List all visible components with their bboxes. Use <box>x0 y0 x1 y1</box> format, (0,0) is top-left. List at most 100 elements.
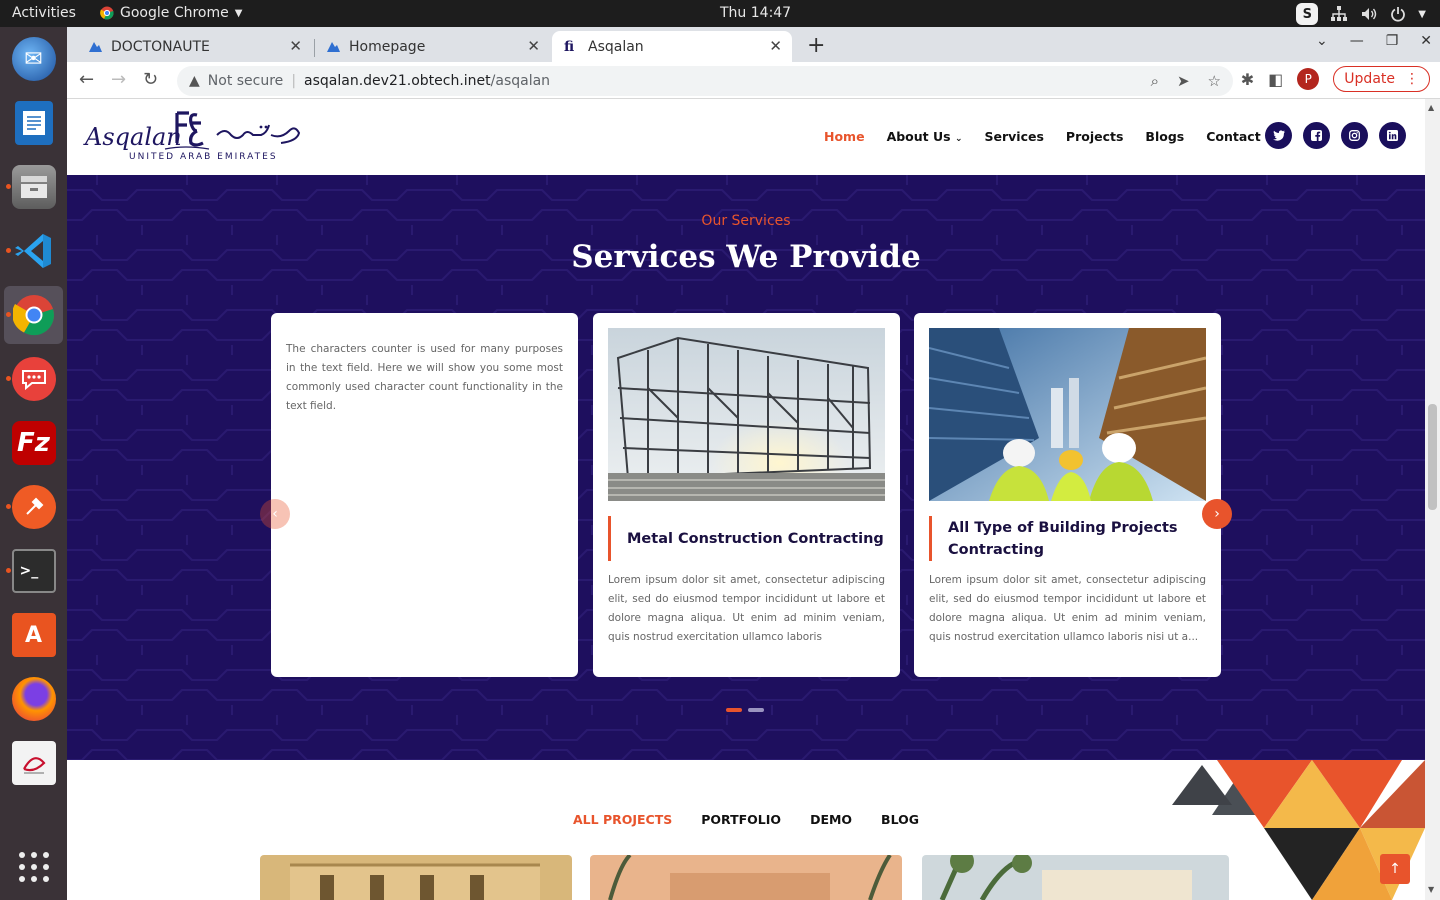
project-thumbnail[interactable] <box>260 855 572 900</box>
instagram-icon[interactable] <box>1341 122 1368 149</box>
dock-chrome[interactable] <box>4 286 63 344</box>
reload-button[interactable]: ↻ <box>143 69 158 90</box>
cloud-favicon-icon <box>327 41 340 52</box>
zoom-icon[interactable]: ⌕ <box>1151 72 1159 90</box>
back-to-top-button[interactable]: ↑ <box>1380 854 1410 884</box>
twitter-icon[interactable] <box>1265 122 1292 149</box>
service-card[interactable]: Metal Construction Contracting Lorem ips… <box>593 313 900 677</box>
thunderbird-icon: ✉ <box>11 37 56 81</box>
tab-search-icon[interactable]: ⌄ <box>1316 33 1328 49</box>
card-title[interactable]: All Type of Building Projects Contractin… <box>929 516 1206 561</box>
dock-firefox[interactable] <box>4 670 63 728</box>
chevron-left-icon: ‹ <box>272 506 278 522</box>
back-button[interactable]: ← <box>79 69 94 90</box>
system-tray[interactable]: S ▼ <box>1296 3 1426 25</box>
service-card[interactable]: The characters counter is used for many … <box>271 313 578 677</box>
forward-button[interactable]: → <box>111 69 126 90</box>
web-page: Asqalan UNITED ARAB EMIRATES Home About … <box>67 99 1425 900</box>
tab-doctonaute[interactable]: DOCTONAUTE ✕ <box>67 31 312 62</box>
services-section: Our Services Services We Provide The cha… <box>67 175 1425 760</box>
bookmark-star-icon[interactable]: ☆ <box>1208 72 1221 90</box>
url-path: /asqalan <box>490 73 551 89</box>
tab-homepage[interactable]: Homepage ✕ <box>305 31 550 62</box>
close-icon[interactable]: ✕ <box>527 37 540 55</box>
app-menu-label: Google Chrome <box>120 5 229 21</box>
close-icon[interactable]: ✕ <box>289 37 302 55</box>
chevron-down-icon: ⌄ <box>954 134 963 144</box>
dock-terminal[interactable]: >_ <box>4 542 63 600</box>
card-description: Lorem ipsum dolor sit amet, consectetur … <box>608 574 885 643</box>
new-tab-button[interactable]: + <box>807 33 825 58</box>
scrollbar-thumb[interactable] <box>1428 404 1437 510</box>
card-title[interactable]: Metal Construction Contracting <box>608 516 885 561</box>
minimize-button[interactable]: — <box>1350 33 1364 49</box>
power-icon[interactable] <box>1390 6 1406 22</box>
dock-chat[interactable] <box>4 350 63 408</box>
update-button[interactable]: Update ⋮ <box>1333 66 1430 92</box>
address-bar[interactable]: ▲ Not secure | asqalan.dev21.obtech.inet… <box>177 66 1233 96</box>
tab-asqalan[interactable]: ﬁ Asqalan ✕ <box>552 31 792 62</box>
close-icon[interactable]: ✕ <box>769 37 782 55</box>
skype-tray-icon[interactable]: S <box>1296 3 1319 25</box>
facebook-icon[interactable] <box>1303 122 1330 149</box>
filter-portfolio[interactable]: PORTFOLIO <box>701 812 781 827</box>
close-window-button[interactable]: ✕ <box>1420 33 1432 49</box>
nav-services[interactable]: Services <box>985 129 1044 144</box>
carousel-next-button[interactable]: › <box>1202 499 1232 529</box>
dock-thunderbird[interactable]: ✉ <box>4 30 63 88</box>
maximize-button[interactable]: ❐ <box>1386 33 1399 49</box>
dock-files[interactable] <box>4 158 63 216</box>
profile-avatar[interactable]: P <box>1297 68 1320 90</box>
filter-demo[interactable]: DEMO <box>810 812 852 827</box>
project-thumbnail[interactable] <box>922 855 1229 900</box>
carousel-dot[interactable] <box>726 708 742 712</box>
activities-button[interactable]: Activities <box>12 5 76 21</box>
main-nav: Home About Us ⌄ Services Projects Blogs … <box>824 129 1283 144</box>
steel-structure-image <box>608 328 885 501</box>
scroll-down-arrow-icon[interactable]: ▼ <box>1428 885 1434 894</box>
app-menu[interactable]: Google Chrome ▼ <box>100 5 242 21</box>
side-panel-icon[interactable]: ◧ <box>1268 70 1283 89</box>
dock-software[interactable]: A <box>4 606 63 664</box>
carousel-prev-button[interactable]: ‹ <box>260 499 290 529</box>
files-icon <box>11 165 56 209</box>
dock-vscode[interactable] <box>4 222 63 280</box>
nav-blogs[interactable]: Blogs <box>1145 129 1184 144</box>
kebab-menu-icon: ⋮ <box>1405 71 1419 87</box>
dock-pdf[interactable] <box>4 734 63 792</box>
extensions-icon[interactable]: ✱ <box>1241 70 1254 89</box>
filter-all-projects[interactable]: ALL PROJECTS <box>573 812 672 827</box>
libreoffice-writer-icon <box>14 101 53 145</box>
carousel-dot[interactable] <box>748 708 764 712</box>
linkedin-icon[interactable] <box>1379 122 1406 149</box>
scroll-up-arrow-icon[interactable]: ▲ <box>1428 103 1434 112</box>
nav-about[interactable]: About Us ⌄ <box>887 129 963 144</box>
tab-label: Homepage <box>349 38 426 55</box>
chrome-icon <box>12 293 56 337</box>
nav-about-label: About Us <box>886 129 951 144</box>
project-thumbnail[interactable] <box>590 855 902 900</box>
service-card[interactable]: All Type of Building Projects Contractin… <box>914 313 1221 677</box>
nav-home[interactable]: Home <box>824 129 865 144</box>
dock-filezilla[interactable]: Fz <box>4 414 63 472</box>
chevron-down-icon: ▼ <box>234 7 243 19</box>
warning-icon[interactable]: ▲ <box>189 73 200 89</box>
page-scrollbar[interactable]: ▲ ▼ <box>1425 99 1440 900</box>
filezilla-icon: Fz <box>11 421 56 465</box>
network-icon[interactable] <box>1330 5 1348 23</box>
cloud-favicon-icon <box>89 41 102 52</box>
security-label[interactable]: Not secure <box>208 73 284 89</box>
chrome-small-icon <box>100 6 114 20</box>
volume-icon[interactable] <box>1360 5 1378 23</box>
dock: ✉ Fz >_ A <box>0 27 67 900</box>
site-logo[interactable]: Asqalan UNITED ARAB EMIRATES <box>85 109 305 169</box>
send-icon[interactable]: ➤ <box>1177 72 1190 90</box>
chevron-down-icon[interactable]: ▼ <box>1418 9 1426 20</box>
dock-postman[interactable] <box>4 478 63 536</box>
filter-blog[interactable]: BLOG <box>881 812 919 827</box>
dock-show-apps[interactable] <box>4 838 63 896</box>
asqalan-favicon-icon: ﬁ <box>564 38 575 55</box>
dock-writer[interactable] <box>4 94 63 152</box>
clock[interactable]: Thu 14:47 <box>720 5 791 21</box>
nav-projects[interactable]: Projects <box>1066 129 1124 144</box>
